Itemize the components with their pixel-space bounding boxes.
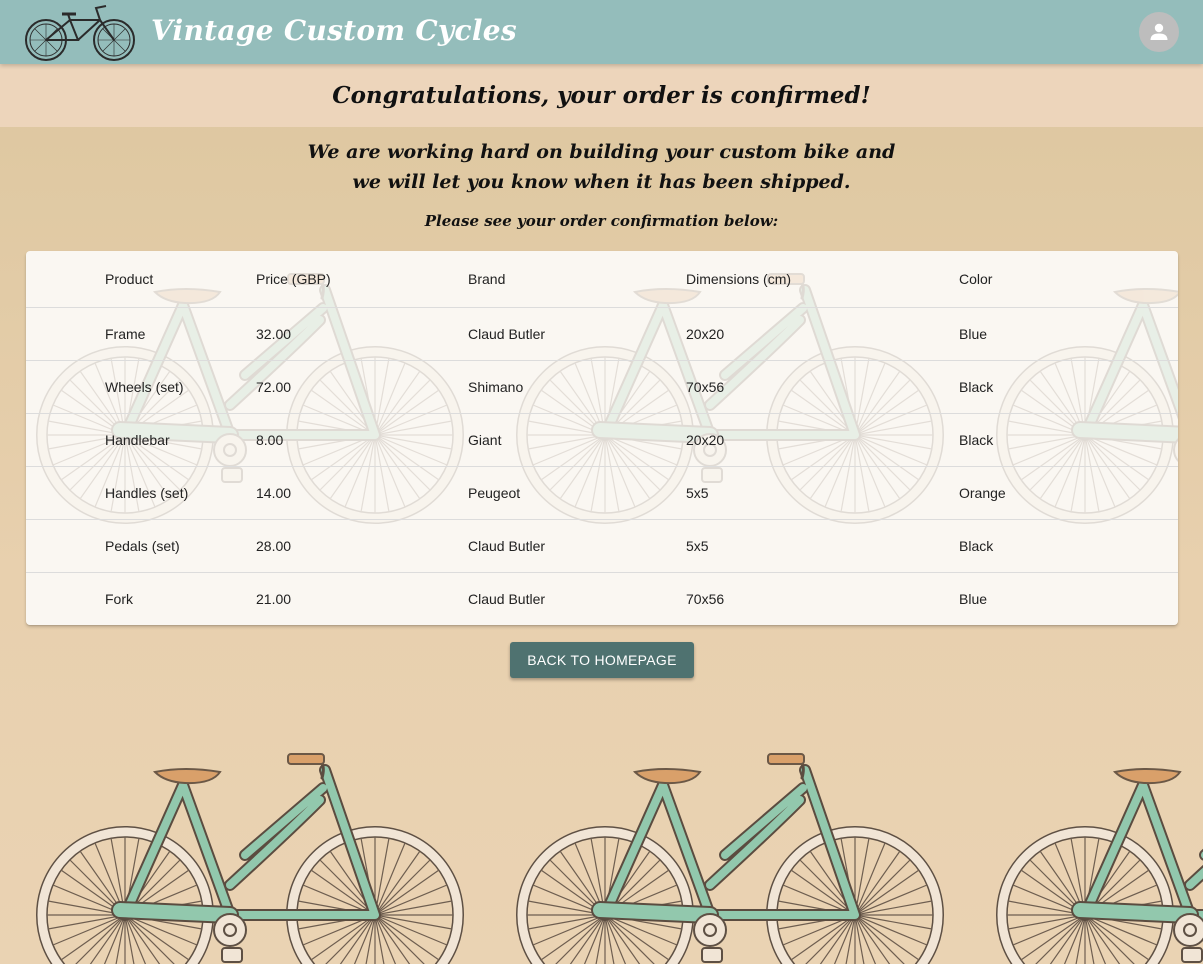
account-icon <box>1150 23 1168 40</box>
cell-product: Pedals (set) <box>105 537 180 554</box>
table-row: Handlebar 8.00 Giant 20x20 Black <box>26 413 1178 466</box>
confirmation-headline: Congratulations, your order is confirmed… <box>332 82 871 109</box>
confirmation-message-line1: We are working hard on building your cus… <box>307 141 896 163</box>
cell-dimensions: 70x56 <box>686 590 725 607</box>
table-row: Frame 32.00 Claud Butler 20x20 Blue <box>26 307 1178 360</box>
cell-color: Orange <box>959 484 1006 501</box>
cell-brand: Peugeot <box>468 484 521 501</box>
header-brand: Brand <box>468 270 506 287</box>
cell-dimensions: 5x5 <box>686 484 709 501</box>
confirmation-banner: Congratulations, your order is confirmed… <box>0 64 1203 127</box>
cell-brand: Claud Butler <box>468 325 546 342</box>
header-product: Product <box>105 270 154 287</box>
table-row: Pedals (set) 28.00 Claud Butler 5x5 Blac… <box>26 519 1178 572</box>
cell-brand: Claud Butler <box>468 590 546 607</box>
confirmation-message: We are working hard on building your cus… <box>0 137 1203 197</box>
vintage-bicycle-logo <box>25 5 135 61</box>
cell-dimensions: 20x20 <box>686 431 725 448</box>
table-row: Handles (set) 14.00 Peugeot 5x5 Orange <box>26 466 1178 519</box>
cell-price: 14.00 <box>256 484 292 501</box>
cell-dimensions: 70x56 <box>686 378 725 395</box>
header-price: Price (GBP) <box>256 270 331 287</box>
cell-product: Handlebar <box>105 431 170 448</box>
order-table-card: Product Price (GBP) Brand Dimensions (cm… <box>26 251 1178 625</box>
cell-brand: Shimano <box>468 378 524 395</box>
cell-dimensions: 20x20 <box>686 325 725 342</box>
cell-price: 8.00 <box>256 431 284 448</box>
header-dimensions: Dimensions (cm) <box>686 270 792 287</box>
cell-product: Frame <box>105 325 146 342</box>
cell-color: Black <box>959 378 994 395</box>
table-header-row: Product Price (GBP) Brand Dimensions (cm… <box>26 251 1178 307</box>
cell-color: Black <box>959 537 994 554</box>
order-table: Product Price (GBP) Brand Dimensions (cm… <box>26 251 1178 625</box>
cell-price: 32.00 <box>256 325 292 342</box>
cell-brand: Giant <box>468 431 502 448</box>
cell-product: Fork <box>105 590 133 607</box>
cell-dimensions: 5x5 <box>686 537 709 554</box>
cell-color: Blue <box>959 325 988 342</box>
back-to-homepage-button[interactable]: BACK TO HOMEPAGE <box>510 642 694 678</box>
confirmation-message-line2: we will let you know when it has been sh… <box>352 171 851 193</box>
cell-price: 72.00 <box>256 378 292 395</box>
table-row: Fork 21.00 Claud Butler 70x56 Blue <box>26 572 1178 625</box>
cell-price: 21.00 <box>256 590 292 607</box>
app-bar: Vintage Custom Cycles <box>0 0 1203 64</box>
cell-product: Wheels (set) <box>105 378 184 395</box>
cell-color: Black <box>959 431 994 448</box>
app-title: Vintage Custom Cycles <box>151 14 517 47</box>
order-instruction: Please see your order confirmation below… <box>424 212 779 230</box>
account-button[interactable] <box>1139 12 1179 52</box>
cell-color: Blue <box>959 590 988 607</box>
cell-brand: Claud Butler <box>468 537 546 554</box>
cell-price: 28.00 <box>256 537 292 554</box>
cell-product: Handles (set) <box>105 484 189 501</box>
table-row: Wheels (set) 72.00 Shimano 70x56 Black <box>26 360 1178 413</box>
header-color: Color <box>959 270 993 287</box>
